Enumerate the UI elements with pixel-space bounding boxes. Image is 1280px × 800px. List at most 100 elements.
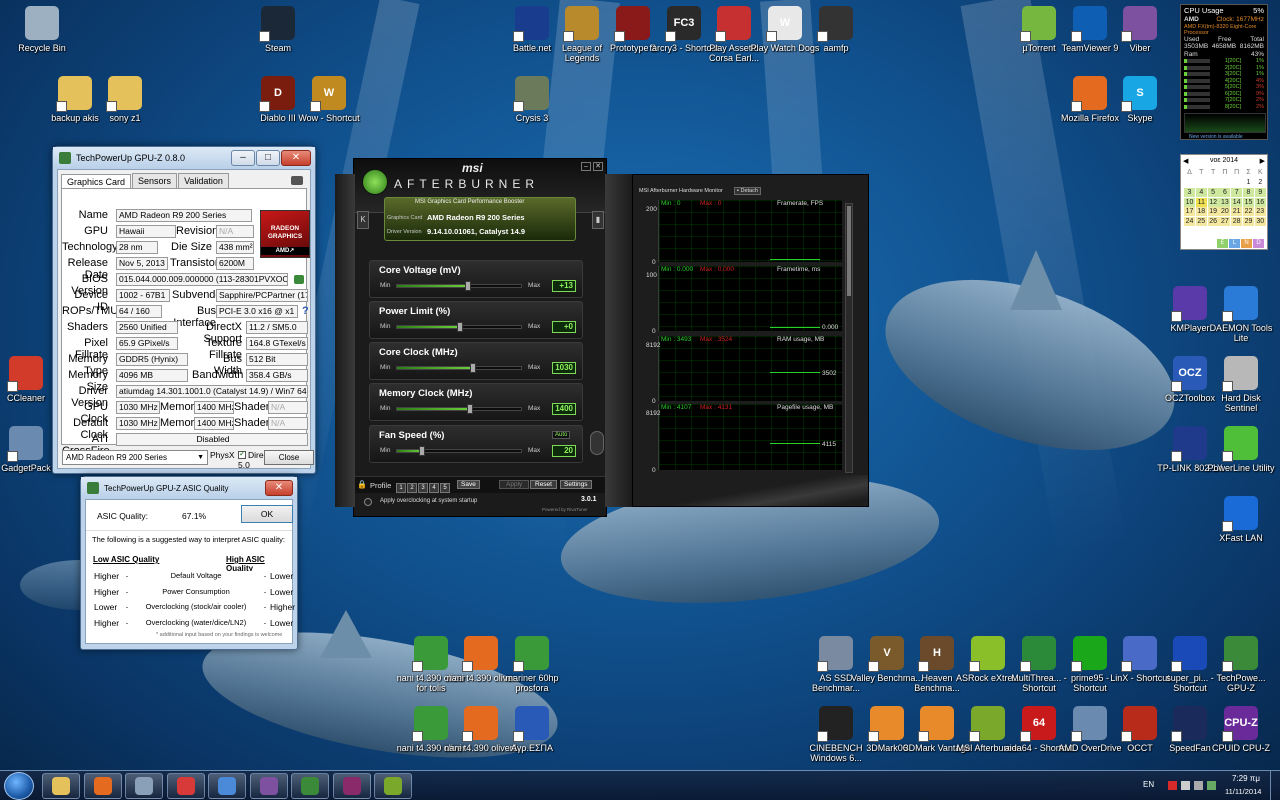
bios-save-icon[interactable] — [294, 275, 304, 284]
harddisk-sentinel-icon[interactable]: Hard Disk Sentinel — [1204, 354, 1278, 418]
calendar-day[interactable]: 21 — [1231, 207, 1243, 217]
tray-network-icon[interactable] — [1181, 781, 1190, 790]
calendar-day[interactable]: 30 — [1254, 217, 1266, 227]
taskbar-viber-button[interactable] — [249, 773, 288, 799]
ok-button[interactable]: OK — [241, 505, 293, 523]
prev-month-icon[interactable]: ◀ — [1183, 157, 1188, 165]
calendar-day[interactable]: 12 — [1207, 197, 1219, 207]
calendar-day[interactable]: 14 — [1231, 197, 1243, 207]
taskbar-explorer-button[interactable] — [42, 773, 80, 799]
taskbar-window-switcher-button[interactable] — [208, 773, 246, 799]
power-limit-value[interactable]: +0 — [552, 321, 576, 333]
ayp-espa-icon[interactable]: Αγρ.ΕΣΠΑ — [495, 704, 569, 768]
calendar-day[interactable]: 5 — [1207, 187, 1219, 197]
skype-icon[interactable]: S Skype — [1103, 74, 1177, 138]
sony-folder-icon[interactable]: sony z1 — [88, 74, 162, 138]
close-window-button[interactable]: ✕ — [281, 150, 311, 166]
calendar-day[interactable]: 10 — [1184, 197, 1195, 207]
mariner-icon[interactable]: mariner 60hp prosfora — [495, 634, 569, 698]
steam-icon[interactable]: Steam — [241, 4, 315, 68]
calendar-day[interactable]: 18 — [1195, 207, 1207, 217]
tray-flag-icon[interactable] — [1168, 781, 1177, 790]
minimize-button[interactable]: – — [231, 150, 255, 166]
next-month-icon[interactable]: ▶ — [1260, 157, 1265, 165]
core-voltage-value[interactable]: +13 — [552, 280, 576, 292]
calendar-day[interactable]: 15 — [1243, 197, 1254, 207]
slider-knob[interactable] — [457, 322, 463, 332]
calendar-day[interactable]: 22 — [1243, 207, 1254, 217]
calendar-day[interactable]: 1 — [1243, 178, 1254, 187]
gpuz-titlebar[interactable]: TechPowerUp GPU-Z 0.8.0 – □ ✕ — [53, 147, 315, 169]
close-button[interactable]: Close — [264, 450, 314, 465]
left-arrow-button[interactable]: K — [357, 211, 369, 229]
slider-knob[interactable] — [419, 446, 426, 456]
show-desktop-button[interactable] — [1270, 771, 1280, 800]
recycle-bin-icon[interactable]: Recycle Bin — [5, 4, 79, 68]
close-window-button[interactable]: ✕ — [593, 162, 603, 171]
clock-date[interactable]: 11/11/2014 — [1225, 787, 1261, 796]
calendar-day[interactable]: 23 — [1254, 207, 1266, 217]
profile-3-button[interactable]: 3 — [418, 483, 428, 493]
taskbar-calculator-button[interactable] — [125, 773, 163, 799]
cpuid-icon[interactable]: CPU-Z CPUID CPU-Z — [1204, 704, 1278, 768]
update-notice[interactable]: New version is available — [1189, 134, 1243, 142]
techpowerup-icon[interactable]: TechPowe... GPU-Z — [1204, 634, 1278, 698]
asic-window[interactable]: TechPowerUp GPU-Z ASIC Quality ✕ ASIC Qu… — [80, 476, 298, 650]
user-define-button[interactable] — [590, 431, 604, 455]
memory-clock-slider[interactable]: Memory Clock (MHz) Min Max 1400 — [369, 383, 583, 421]
close-window-button[interactable]: ✕ — [265, 480, 293, 496]
taskbar-network-button[interactable] — [166, 773, 205, 799]
calendar-day[interactable]: 17 — [1184, 207, 1195, 217]
taskbar-afterburner-button[interactable] — [374, 773, 412, 799]
lock-icon[interactable]: 🔒 — [357, 480, 367, 489]
calendar-day[interactable]: 28 — [1231, 217, 1243, 227]
reset-button[interactable]: Reset — [530, 480, 557, 489]
memory-clock-value[interactable]: 1400 — [552, 403, 576, 415]
profile-5-button[interactable]: 5 — [440, 483, 450, 493]
calendar-day[interactable]: 27 — [1219, 217, 1231, 227]
wow-icon[interactable]: W Wow - Shortcut — [292, 74, 366, 138]
calendar-day[interactable]: 4 — [1195, 187, 1207, 197]
calendar-day[interactable]: 13 — [1219, 197, 1231, 207]
maximize-button[interactable]: □ — [256, 150, 280, 166]
core-clock-value[interactable]: 1030 — [552, 362, 576, 374]
core-voltage-slider[interactable]: Core Voltage (mV) Min Max +13 — [369, 260, 583, 298]
clock-time[interactable]: 7:29 πμ — [1232, 774, 1260, 783]
save-button[interactable]: Save — [457, 480, 480, 489]
core-clock-track[interactable] — [396, 363, 522, 373]
taskbar-gpuz-button[interactable] — [291, 773, 329, 799]
help-icon[interactable]: ? — [302, 305, 309, 317]
power-limit-slider[interactable]: Power Limit (%) Min Max +0 — [369, 301, 583, 339]
start-button[interactable] — [4, 772, 34, 800]
calendar-day[interactable]: 2 — [1254, 178, 1266, 187]
calendar-footer-tag[interactable]: E — [1217, 239, 1228, 248]
camera-icon[interactable] — [291, 176, 303, 185]
slider-knob[interactable] — [467, 404, 474, 414]
calendar-day[interactable]: 8 — [1243, 187, 1254, 197]
profile-1-button[interactable]: 1 — [396, 483, 406, 493]
minimize-button[interactable]: – — [581, 162, 591, 171]
calendar-day[interactable]: 7 — [1231, 187, 1243, 197]
power-limit-track[interactable] — [396, 322, 522, 332]
core-voltage-track[interactable] — [396, 281, 522, 291]
afterburner-window[interactable]: msi AFTERBURNER – ✕ MSI Graphics Card Pe… — [353, 158, 607, 517]
slider-knob[interactable] — [464, 281, 471, 291]
taskbar-firefox-button[interactable] — [83, 773, 122, 799]
language-indicator[interactable]: EN — [1143, 780, 1154, 789]
profile-4-button[interactable]: 4 — [429, 483, 439, 493]
calendar-day[interactable]: 9 — [1254, 187, 1266, 197]
xfastlan-icon[interactable]: XFast LAN — [1204, 494, 1278, 558]
calendar-footer-tag[interactable]: N — [1241, 239, 1252, 248]
calendar-day[interactable]: 29 — [1243, 217, 1254, 227]
auto-toggle[interactable]: Auto — [552, 431, 571, 439]
taskbar-winrar-button[interactable] — [332, 773, 371, 799]
calendar-day[interactable]: 16 — [1254, 197, 1266, 207]
tray-power-icon[interactable] — [1207, 781, 1216, 790]
calendar-footer-tag[interactable]: L — [1229, 239, 1240, 248]
core-clock-slider[interactable]: Core Clock (MHz) Min Max 1030 — [369, 342, 583, 380]
powerline-icon[interactable]: PowerLine Utility — [1204, 424, 1278, 488]
fan-speed-slider[interactable]: Fan Speed (%) Min Max 20 — [369, 425, 583, 463]
tab-sensors[interactable]: Sensors — [132, 173, 178, 188]
calendar-day[interactable]: 11 — [1195, 197, 1207, 207]
calendar-day[interactable]: 20 — [1219, 207, 1231, 217]
